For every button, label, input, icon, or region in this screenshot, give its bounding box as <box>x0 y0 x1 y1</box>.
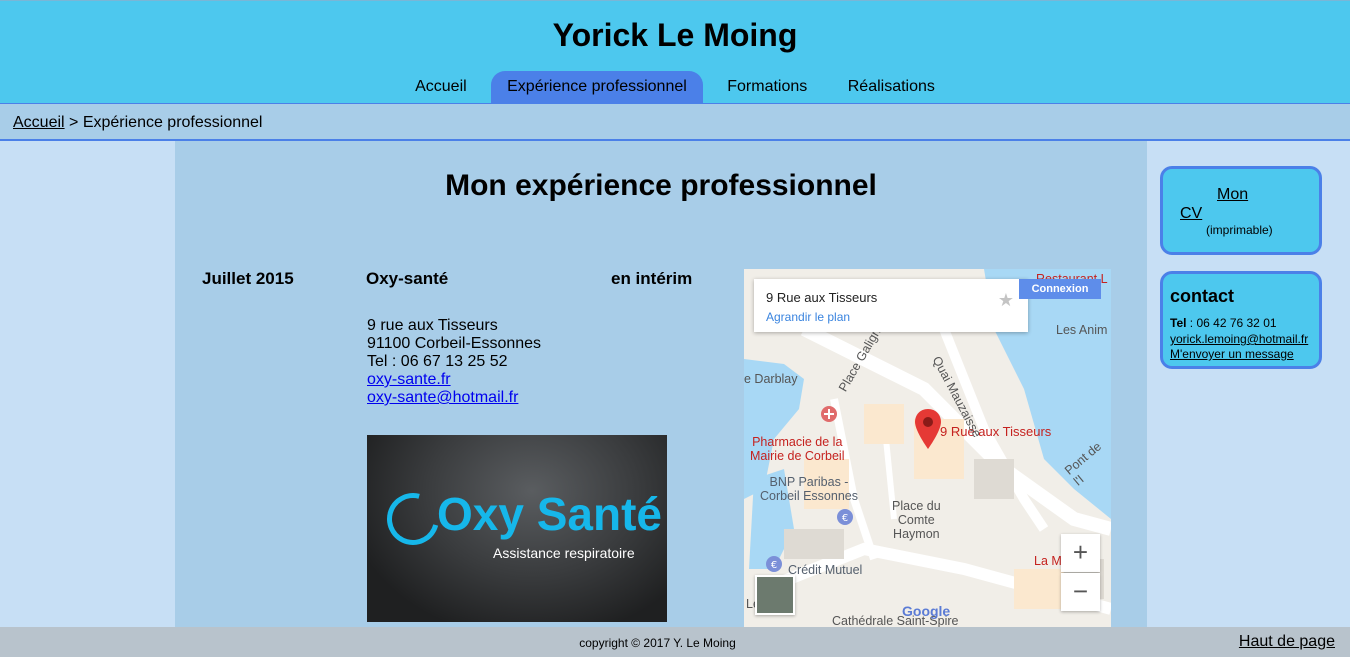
back-to-top-link[interactable]: Haut de page <box>1239 633 1335 651</box>
experience-type: en intérim <box>611 269 693 288</box>
map-poi-bank2-icon: € <box>766 556 782 572</box>
svg-text:€: € <box>771 560 777 571</box>
company-address: 9 rue aux Tisseurs 91100 Corbeil-Essonne… <box>367 317 541 407</box>
logo-tagline: Assistance respiratoire <box>493 545 635 561</box>
experience-company: Oxy-santé <box>366 269 449 288</box>
experience-date: Juillet 2015 <box>202 269 294 288</box>
nav-item-realisations[interactable]: Réalisations <box>832 71 951 105</box>
map-signin-button[interactable]: Connexion <box>1019 279 1101 299</box>
svg-text:€: € <box>842 513 848 524</box>
map-pin-icon <box>915 409 941 449</box>
map-satellite-toggle[interactable] <box>755 575 795 615</box>
map-card-address: 9 Rue aux Tisseurs <box>766 290 878 305</box>
map-save-star-icon[interactable]: ★ <box>998 290 1014 311</box>
breadcrumb-current: Expérience professionnel <box>82 114 263 131</box>
contact-email-link[interactable]: yorick.lemoing@hotmail.fr <box>1170 332 1308 346</box>
map-info-card: 9 Rue aux Tisseurs Agrandir le plan ★ <box>754 279 1028 332</box>
cv-link[interactable]: Mon <box>1217 186 1248 204</box>
logo-brand: Oxy Santé <box>437 488 662 540</box>
cv-link-word[interactable]: CV <box>1180 205 1202 223</box>
breadcrumb-home-link[interactable]: Accueil <box>13 114 65 131</box>
company-phone: Tel : 06 67 13 25 52 <box>367 353 508 370</box>
map-label-les-anim: Les Anim <box>1056 323 1108 337</box>
map-label-place-comte: Place du Comte Haymon <box>892 499 941 541</box>
copyright: copyright © 2017 Y. Le Moing <box>579 636 736 650</box>
contact-phone: Tel : 06 42 76 32 01 <box>1170 316 1277 330</box>
map-embed[interactable]: 9 Rue aux Tisseurs Les Anim Quai Mauzais… <box>744 269 1111 627</box>
contact-phone-label: Tel <box>1170 316 1187 330</box>
company-website-link[interactable]: oxy-sante.fr <box>367 371 541 389</box>
nav-item-experience[interactable]: Expérience professionnel <box>491 71 703 105</box>
site-header: Yorick Le Moing Accueil Expérience profe… <box>0 0 1350 105</box>
map-label-bnp: BNP Paribas - Corbeil Essonnes <box>760 475 858 503</box>
nav-item-accueil[interactable]: Accueil <box>399 71 483 105</box>
breadcrumb: Accueil > Expérience professionnel <box>0 104 1350 141</box>
map-enlarge-link[interactable]: Agrandir le plan <box>766 310 850 324</box>
address-line2: 91100 Corbeil-Essonnes <box>367 335 542 352</box>
nav-item-formations[interactable]: Formations <box>711 71 823 105</box>
contact-box: contact Tel : 06 42 76 32 01 yorick.lemo… <box>1160 271 1322 369</box>
map-zoom-out-button[interactable]: − <box>1061 573 1100 611</box>
map-label-darblay: e Darblay <box>744 372 798 386</box>
left-margin <box>0 141 175 627</box>
right-sidebar: Mon CV (imprimable) contact Tel : 06 42 … <box>1147 141 1350 627</box>
address-line1: 9 rue aux Tisseurs <box>367 317 498 334</box>
map-google-logo: Google <box>902 603 951 619</box>
page-title: Mon expérience professionnel <box>445 169 877 202</box>
map-poi-bank-icon: € <box>837 509 853 525</box>
breadcrumb-separator: > <box>64 114 83 131</box>
site-title: Yorick Le Moing <box>552 17 798 53</box>
contact-phone-value: : 06 42 76 32 01 <box>1189 316 1277 330</box>
main-nav: Accueil Expérience professionnel Formati… <box>0 71 1350 105</box>
map-zoom-in-button[interactable]: + <box>1061 534 1100 572</box>
cv-box: Mon CV (imprimable) <box>1160 166 1322 255</box>
map-label-pharmacie: Pharmacie de la Mairie de Corbeil <box>750 435 845 463</box>
contact-title: contact <box>1170 286 1235 306</box>
cv-note: (imprimable) <box>1206 223 1273 237</box>
site-footer: copyright © 2017 Y. Le Moing Haut de pag… <box>0 627 1350 657</box>
map-label-credit-mutuel: Crédit Mutuel <box>788 563 863 577</box>
map-poi-pharmacy-icon <box>821 406 837 422</box>
company-logo: Oxy Santé Assistance respiratoire <box>367 435 667 622</box>
contact-message-link[interactable]: M'envoyer un message <box>1170 347 1294 361</box>
company-email-link[interactable]: oxy-sante@hotmail.fr <box>367 389 541 407</box>
map-pin-label: 9 Rue aux Tisseurs <box>940 424 1052 439</box>
map-label-la-m: La M <box>1034 554 1062 568</box>
main-content: Mon expérience professionnel Juillet 201… <box>175 141 1147 627</box>
